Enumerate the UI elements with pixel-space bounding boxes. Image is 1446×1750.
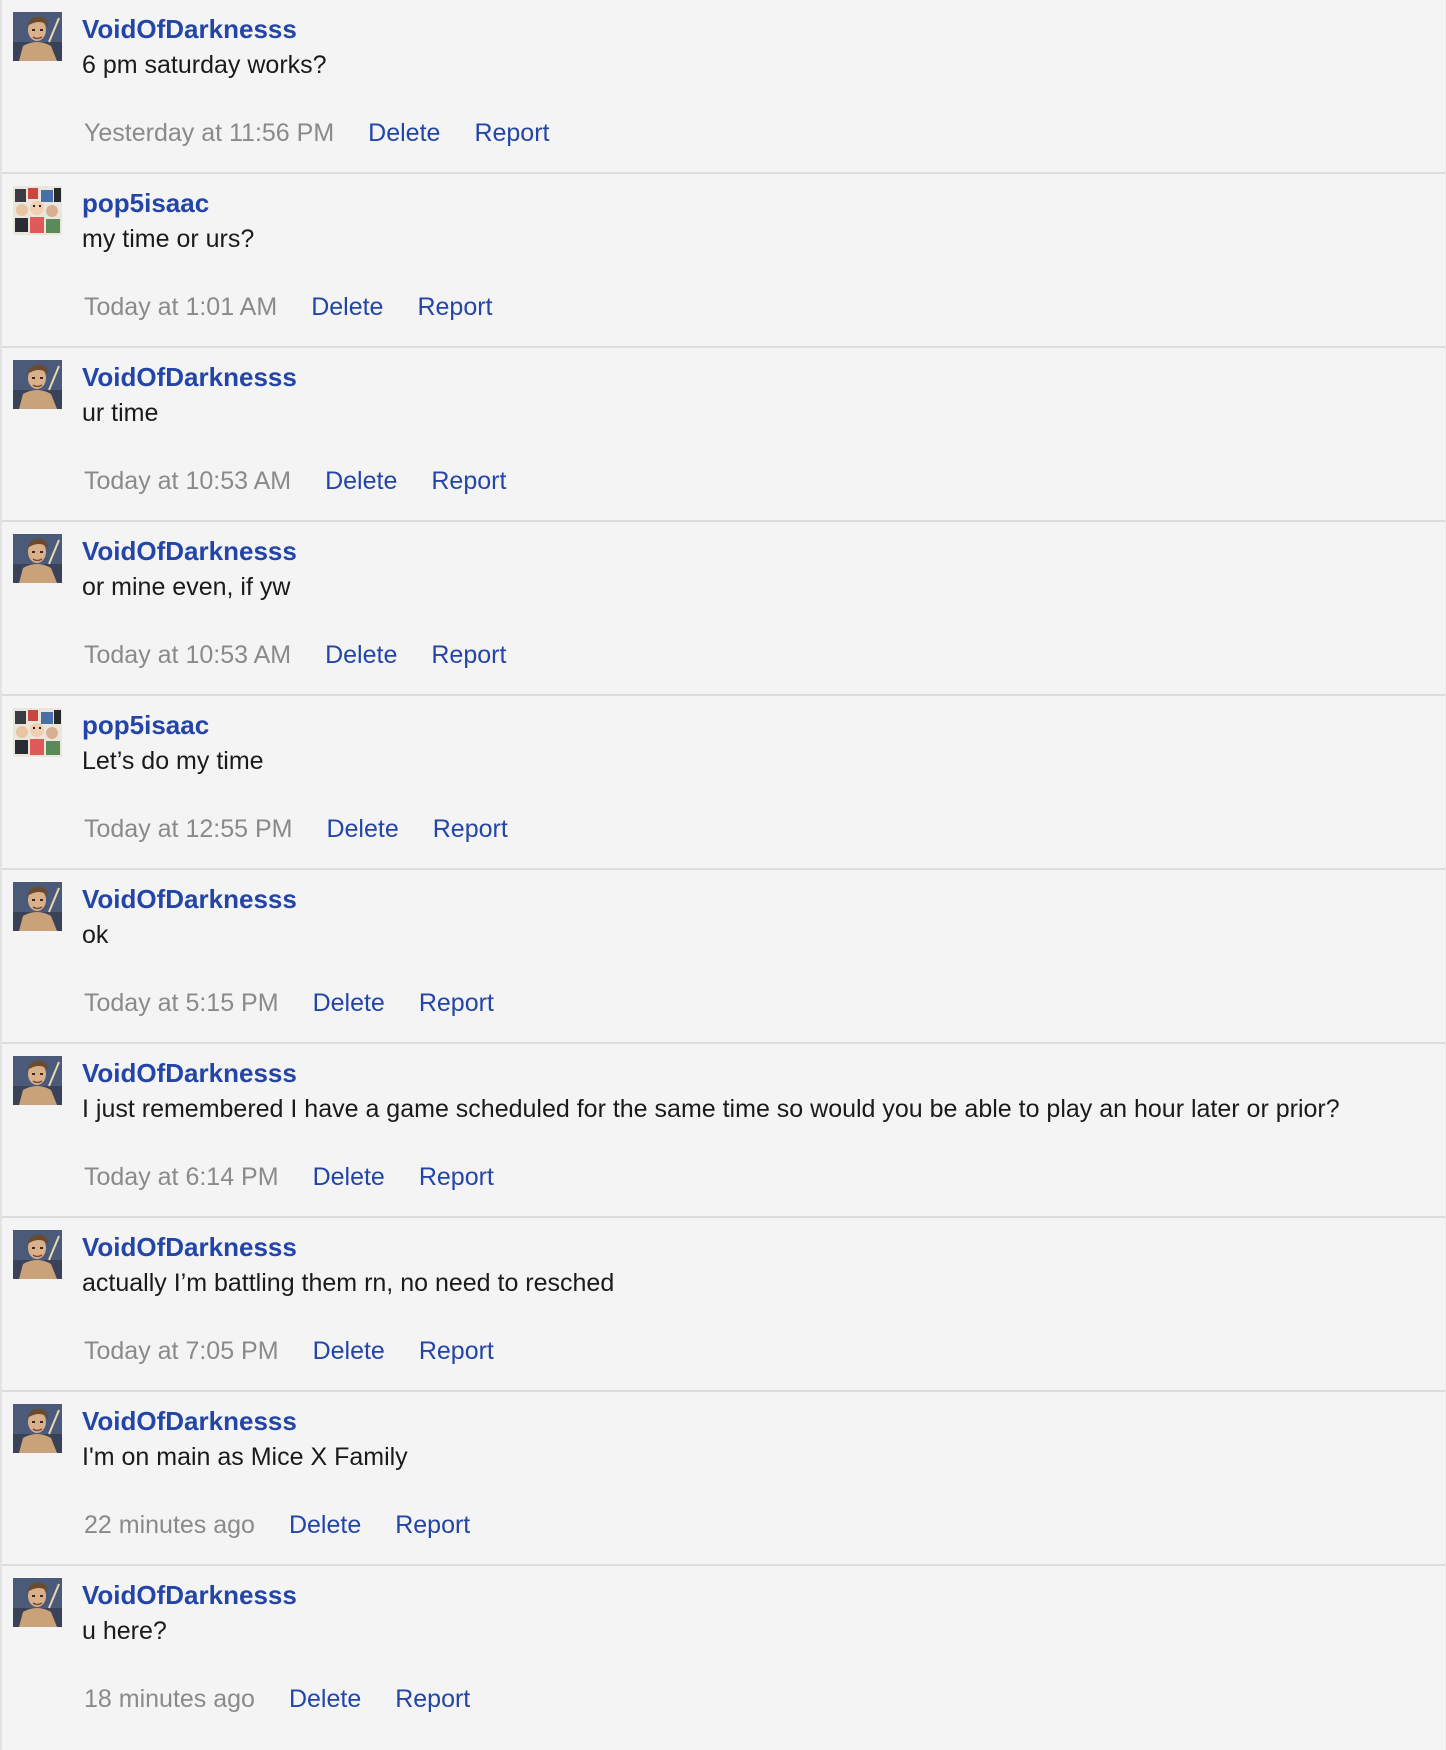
message-meta: Today at 10:53 AM Delete Report — [84, 464, 540, 498]
report-link[interactable]: Report — [395, 1508, 470, 1542]
timestamp: Today at 6:14 PM — [84, 1163, 279, 1191]
avatar[interactable] — [13, 708, 62, 757]
report-link[interactable]: Report — [419, 1334, 494, 1368]
delete-link[interactable]: Delete — [326, 812, 398, 846]
avatar[interactable] — [13, 12, 62, 61]
message-item: VoidOfDarknesss ok Today at 5:15 PM Delet… — [2, 870, 1445, 1044]
author-name[interactable]: VoidOfDarknesss — [82, 1404, 297, 1438]
message-meta: 22 minutes ago Delete Report — [84, 1508, 504, 1542]
message-item: VoidOfDarknesss actually I’m battling th… — [2, 1218, 1445, 1392]
author-name[interactable]: VoidOfDarknesss — [82, 882, 297, 916]
timestamp: Today at 10:53 AM — [84, 467, 292, 495]
message-meta: Yesterday at 11:56 PM Delete Report — [84, 116, 583, 150]
message-text: Let’s do my time — [82, 747, 264, 775]
message-meta: Today at 7:05 PM Delete Report — [84, 1334, 528, 1368]
message-text: u here? — [82, 1617, 167, 1645]
message-text: actually I’m battling them rn, no need t… — [82, 1269, 615, 1297]
author-name[interactable]: VoidOfDarknesss — [82, 1056, 297, 1090]
timestamp: 22 minutes ago — [84, 1511, 255, 1539]
delete-link[interactable]: Delete — [289, 1508, 361, 1542]
report-link[interactable]: Report — [417, 290, 492, 324]
message-text: I just remembered I have a game schedule… — [82, 1095, 1340, 1123]
message-item: VoidOfDarknesss 6 pm saturday works? Yes… — [2, 0, 1445, 174]
delete-link[interactable]: Delete — [313, 1160, 385, 1194]
timestamp: Today at 1:01 AM — [84, 293, 278, 321]
message-item: pop5isaac Let’s do my time Today at 12:5… — [2, 696, 1445, 870]
message-text: 6 pm saturday works? — [82, 51, 327, 79]
timestamp: Today at 10:53 AM — [84, 641, 292, 669]
report-link[interactable]: Report — [474, 116, 549, 150]
timestamp: Yesterday at 11:56 PM — [84, 119, 335, 147]
author-name[interactable]: VoidOfDarknesss — [82, 360, 297, 394]
message-text: ur time — [82, 399, 159, 427]
author-name[interactable]: pop5isaac — [82, 708, 209, 742]
avatar[interactable] — [13, 186, 62, 235]
timestamp: Today at 7:05 PM — [84, 1337, 279, 1365]
delete-link[interactable]: Delete — [313, 1334, 385, 1368]
message-text: I'm on main as Mice X Family — [82, 1443, 408, 1471]
message-text: ok — [82, 921, 109, 949]
report-link[interactable]: Report — [419, 986, 494, 1020]
report-link[interactable]: Report — [419, 1160, 494, 1194]
avatar[interactable] — [13, 882, 62, 931]
avatar[interactable] — [13, 360, 62, 409]
author-name[interactable]: VoidOfDarknesss — [82, 12, 297, 46]
message-item: VoidOfDarknesss or mine even, if yw Toda… — [2, 522, 1445, 696]
report-link[interactable]: Report — [431, 638, 506, 672]
report-link[interactable]: Report — [433, 812, 508, 846]
message-meta: Today at 1:01 AM Delete Report — [84, 290, 527, 324]
avatar[interactable] — [13, 534, 62, 583]
delete-link[interactable]: Delete — [289, 1682, 361, 1716]
message-meta: 18 minutes ago Delete Report — [84, 1682, 504, 1716]
author-name[interactable]: VoidOfDarknesss — [82, 1230, 297, 1264]
message-text: or mine even, if yw — [82, 573, 291, 601]
author-name[interactable]: pop5isaac — [82, 186, 209, 220]
timestamp: Today at 12:55 PM — [84, 815, 293, 843]
avatar[interactable] — [13, 1578, 62, 1627]
timestamp: Today at 5:15 PM — [84, 989, 279, 1017]
message-item: VoidOfDarknesss I'm on main as Mice X Fa… — [2, 1392, 1445, 1566]
avatar[interactable] — [13, 1404, 62, 1453]
delete-link[interactable]: Delete — [325, 638, 397, 672]
message-item: pop5isaac my time or urs? Today at 1:01 … — [2, 174, 1445, 348]
message-item: VoidOfDarknesss u here? 18 minutes ago De… — [2, 1566, 1445, 1741]
avatar[interactable] — [13, 1056, 62, 1105]
delete-link[interactable]: Delete — [325, 464, 397, 498]
message-meta: Today at 12:55 PM Delete Report — [84, 812, 542, 846]
author-name[interactable]: VoidOfDarknesss — [82, 1578, 297, 1612]
message-text: my time or urs? — [82, 225, 255, 253]
message-thread: VoidOfDarknesss 6 pm saturday works? Yes… — [0, 0, 1446, 1750]
avatar[interactable] — [13, 1230, 62, 1279]
message-item: VoidOfDarknesss ur time Today at 10:53 A… — [2, 348, 1445, 522]
delete-link[interactable]: Delete — [311, 290, 383, 324]
delete-link[interactable]: Delete — [368, 116, 440, 150]
delete-link[interactable]: Delete — [313, 986, 385, 1020]
message-meta: Today at 10:53 AM Delete Report — [84, 638, 540, 672]
message-meta: Today at 6:14 PM Delete Report — [84, 1160, 528, 1194]
report-link[interactable]: Report — [431, 464, 506, 498]
message-meta: Today at 5:15 PM Delete Report — [84, 986, 528, 1020]
author-name[interactable]: VoidOfDarknesss — [82, 534, 297, 568]
report-link[interactable]: Report — [395, 1682, 470, 1716]
timestamp: 18 minutes ago — [84, 1685, 255, 1713]
message-item: VoidOfDarknesss I just remembered I have… — [2, 1044, 1445, 1218]
